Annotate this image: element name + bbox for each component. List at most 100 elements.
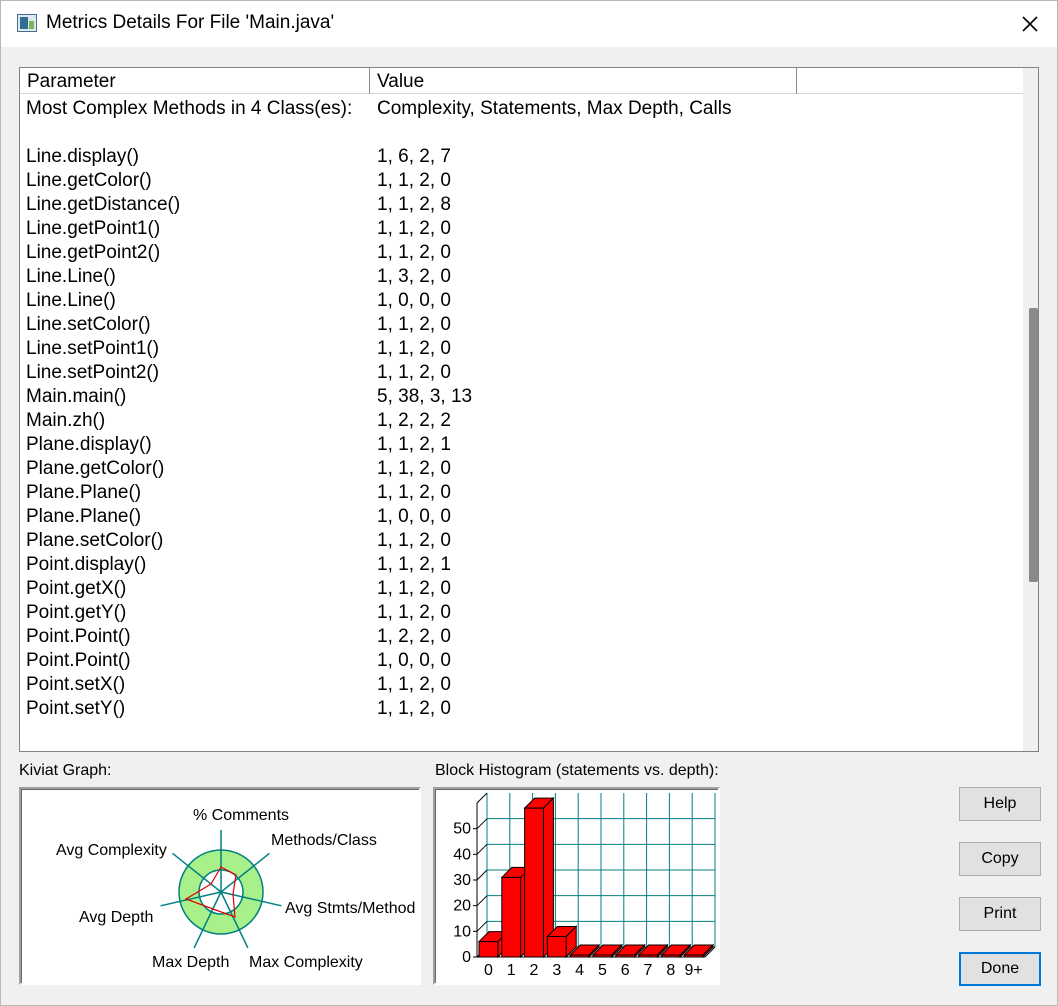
table-row[interactable] <box>26 121 1016 145</box>
help-button[interactable]: Help <box>959 787 1041 821</box>
table-row[interactable]: Most Complex Methods in 4 Class(es): Comp… <box>26 97 1016 121</box>
y-tick-label: 40 <box>453 846 471 863</box>
table-row[interactable]: Line.getPoint2() 1, 1, 2, 0 <box>26 241 1016 265</box>
y-tick-depth <box>476 869 488 881</box>
bar <box>546 935 567 958</box>
table-row[interactable]: Point.setX() 1, 1, 2, 0 <box>26 673 1016 697</box>
vertical-scrollbar[interactable] <box>1023 68 1038 751</box>
table-row[interactable]: Line.Line() 1, 0, 0, 0 <box>26 289 1016 313</box>
row-parameter: Plane.setColor() <box>26 530 164 551</box>
done-button[interactable]: Done <box>959 952 1041 986</box>
bar <box>501 876 522 958</box>
x-tick-label: 4 <box>575 962 584 979</box>
scrollbar-thumb[interactable] <box>1029 308 1038 582</box>
row-parameter: Line.Line() <box>26 290 116 311</box>
row-parameter: Line.setPoint1() <box>26 338 160 359</box>
x-tick-label: 3 <box>552 962 561 979</box>
close-icon <box>1022 16 1038 32</box>
row-parameter: Point.getX() <box>26 578 127 599</box>
row-parameter: Plane.display() <box>26 434 152 455</box>
axis-label-max-complexity: Max Complexity <box>249 954 363 971</box>
row-value: 1, 1, 2, 0 <box>377 482 451 503</box>
print-button[interactable]: Print <box>959 897 1041 931</box>
row-value: Complexity, Statements, Max Depth, Calls <box>377 98 732 119</box>
row-parameter: Line.display() <box>26 146 139 167</box>
histogram-label: Block Histogram (statements vs. depth): <box>435 762 719 779</box>
axis-label-methods-class: Methods/Class <box>271 832 377 849</box>
row-parameter: Plane.Plane() <box>26 482 142 503</box>
row-value: 1, 1, 2, 0 <box>377 602 451 623</box>
row-parameter: Plane.getColor() <box>26 458 165 479</box>
row-parameter: Line.setColor() <box>26 314 151 335</box>
table-row[interactable]: Main.main() 5, 38, 3, 13 <box>26 385 1016 409</box>
axis-label-avg-depth: Avg Depth <box>79 909 153 926</box>
table-row[interactable]: Line.display() 1, 6, 2, 7 <box>26 145 1016 169</box>
table-row[interactable]: Main.zh() 1, 2, 2, 2 <box>26 409 1016 433</box>
table-row[interactable]: Line.setPoint2() 1, 1, 2, 0 <box>26 361 1016 385</box>
app-icon <box>17 14 37 32</box>
metrics-list[interactable]: Parameter Value Most Complex Methods in … <box>19 67 1039 752</box>
table-row[interactable]: Line.getDistance() 1, 1, 2, 8 <box>26 193 1016 217</box>
table-row[interactable]: Plane.Plane() 1, 0, 0, 0 <box>26 505 1016 529</box>
table-row[interactable]: Plane.getColor() 1, 1, 2, 0 <box>26 457 1016 481</box>
axis-label-avg-stmts: Avg Stmts/Method <box>285 900 415 917</box>
row-parameter: Line.getPoint2() <box>26 242 161 263</box>
bar <box>592 954 613 958</box>
row-value: 1, 1, 2, 0 <box>377 338 451 359</box>
table-row[interactable]: Line.setPoint1() 1, 1, 2, 0 <box>26 337 1016 361</box>
row-parameter: Point.setX() <box>26 674 126 695</box>
table-row[interactable]: Line.Line() 1, 3, 2, 0 <box>26 265 1016 289</box>
row-parameter: Most Complex Methods in 4 Class(es): <box>26 98 353 119</box>
table-row[interactable]: Point.Point() 1, 2, 2, 0 <box>26 625 1016 649</box>
y-tick-depth <box>476 895 488 907</box>
row-value: 1, 1, 2, 0 <box>377 242 451 263</box>
y-tick-depth <box>476 843 488 855</box>
x-tick-label: 0 <box>484 962 493 979</box>
row-value: 1, 1, 2, 0 <box>377 698 451 719</box>
row-parameter: Line.getDistance() <box>26 194 181 215</box>
table-row[interactable]: Line.getColor() 1, 1, 2, 0 <box>26 169 1016 193</box>
table-row[interactable]: Point.display() 1, 1, 2, 1 <box>26 553 1016 577</box>
row-value: 1, 1, 2, 0 <box>377 458 451 479</box>
table-row[interactable]: Point.getY() 1, 1, 2, 0 <box>26 601 1016 625</box>
row-value: 1, 3, 2, 0 <box>377 266 451 287</box>
bar <box>524 807 544 958</box>
column-header-empty[interactable] <box>797 68 1023 94</box>
x-tick-label: 9+ <box>684 962 702 979</box>
table-row[interactable]: Line.getPoint1() 1, 1, 2, 0 <box>26 217 1016 241</box>
table-row[interactable]: Plane.setColor() 1, 1, 2, 0 <box>26 529 1016 553</box>
axis-label-max-depth: Max Depth <box>152 954 229 971</box>
list-header: Parameter Value <box>20 68 1023 94</box>
row-parameter: Line.getColor() <box>26 170 152 191</box>
x-tick-label: 1 <box>507 962 516 979</box>
row-value: 1, 2, 2, 0 <box>377 626 451 647</box>
row-value: 5, 38, 3, 13 <box>377 386 473 407</box>
row-parameter: Line.setPoint2() <box>26 362 160 383</box>
row-value: 1, 1, 2, 0 <box>377 578 451 599</box>
x-tick-label: 5 <box>598 962 607 979</box>
row-parameter: Line.Line() <box>26 266 116 287</box>
table-row[interactable]: Plane.Plane() 1, 1, 2, 0 <box>26 481 1016 505</box>
row-value: 1, 1, 2, 0 <box>377 314 451 335</box>
table-row[interactable]: Point.setY() 1, 1, 2, 0 <box>26 697 1016 721</box>
x-tick-label: 8 <box>666 962 675 979</box>
column-header-parameter[interactable]: Parameter <box>20 68 370 94</box>
table-row[interactable]: Point.Point() 1, 0, 0, 0 <box>26 649 1016 673</box>
row-value: 1, 0, 0, 0 <box>377 650 451 671</box>
table-row[interactable]: Line.setColor() 1, 1, 2, 0 <box>26 313 1016 337</box>
table-row[interactable]: Point.getX() 1, 1, 2, 0 <box>26 577 1016 601</box>
close-button[interactable] <box>1013 7 1047 41</box>
row-value: 1, 1, 2, 0 <box>377 362 451 383</box>
copy-button[interactable]: Copy <box>959 842 1041 876</box>
y-tick-depth <box>476 818 488 830</box>
row-value: 1, 1, 2, 8 <box>377 194 451 215</box>
bar <box>478 941 499 958</box>
table-row[interactable]: Plane.display() 1, 1, 2, 1 <box>26 433 1016 457</box>
column-header-value[interactable]: Value <box>370 68 797 94</box>
row-value: 1, 0, 0, 0 <box>377 290 451 311</box>
row-value: 1, 1, 2, 0 <box>377 530 451 551</box>
title-bar: Metrics Details For File 'Main.java' <box>1 1 1057 47</box>
axis-label-avg-complexity: Avg Complexity <box>56 842 167 859</box>
row-value: 1, 1, 2, 1 <box>377 434 451 455</box>
row-value: 1, 1, 2, 0 <box>377 170 451 191</box>
